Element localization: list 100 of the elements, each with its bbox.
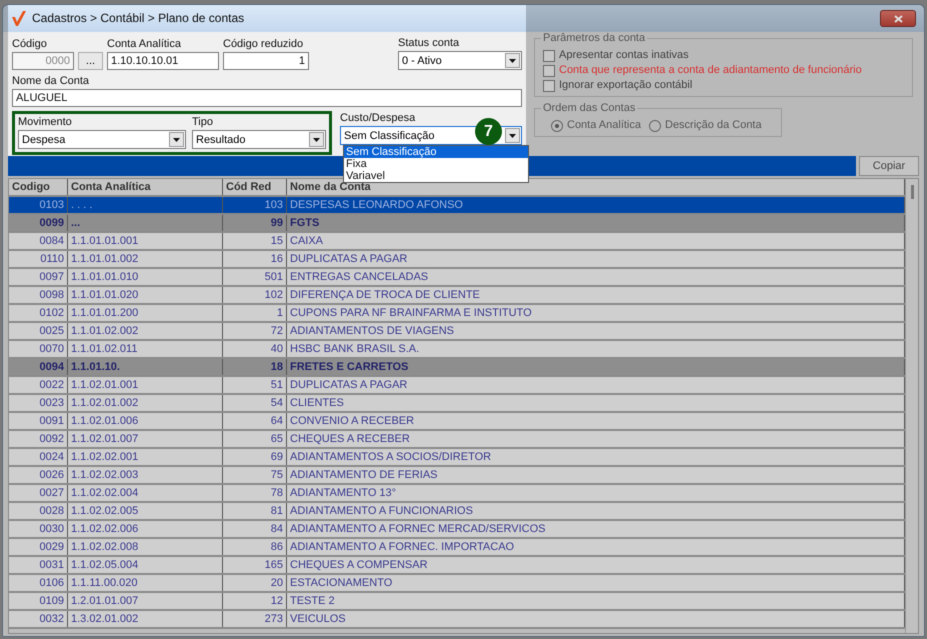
table-cell: 273 (223, 611, 287, 627)
table-cell: 1.1.02.05.004 (68, 557, 223, 573)
dropdown-option[interactable]: Sem Classificação (344, 146, 528, 158)
table-cell: 0103 (9, 197, 68, 213)
table-row[interactable]: 0098 1.1.01.01.020 102 DIFERENÇA DE TROCA DE CLIENTE (9, 287, 905, 305)
table-cell: 1.1.11.00.020 (68, 575, 223, 591)
checkbox-label: Apresentar contas inativas (559, 49, 689, 62)
close-button[interactable] (880, 10, 916, 27)
table-cell: 1.1.01.01.002 (68, 251, 223, 267)
radio-button[interactable] (551, 120, 563, 132)
field-label: Status conta (398, 36, 460, 50)
table-cell: 165 (223, 557, 287, 573)
dropdown-arrow-button[interactable] (309, 132, 324, 147)
table-cell: 1.1.01.01.001 (68, 233, 223, 249)
table-cell: 0024 (9, 449, 68, 465)
table-row[interactable]: 0092 1.1.02.01.007 65 CHEQUES A RECEBER (9, 431, 905, 449)
table-cell: 501 (223, 269, 287, 285)
table-row[interactable]: 0022 1.1.02.01.001 51 DUPLICATAS A PAGAR (9, 377, 905, 395)
table-cell: 0028 (9, 503, 68, 519)
status-dropdown[interactable]: 0 - Ativo (398, 51, 522, 70)
table-cell: 1.1.01.02.011 (68, 341, 223, 357)
table-cell: 69 (223, 449, 287, 465)
dropdown-arrow-button[interactable] (505, 128, 520, 143)
table-row[interactable]: 0070 1.1.01.02.011 40 HSBC BANK BRASIL S.A. (9, 341, 905, 359)
table-row[interactable]: 0029 1.1.02.02.008 86 ADIANTAMENTO A FORNEC. IMPORTACAO (9, 539, 905, 557)
table-row[interactable]: 0106 1.1.11.00.020 20 ESTACIONAMENTO (9, 575, 905, 593)
table-cell: 20 (223, 575, 287, 591)
table-cell: 64 (223, 413, 287, 429)
reduced-code-field[interactable]: 1 (223, 52, 309, 70)
checkbox[interactable] (543, 80, 555, 92)
table-cell: 0026 (9, 467, 68, 483)
table-row[interactable]: 0032 1.3.02.01.002 273 VEICULOS (9, 611, 905, 629)
table-cell: 16 (223, 251, 287, 267)
table-cell: 0110 (9, 251, 68, 267)
table-row[interactable]: 0030 1.1.02.02.006 84 ADIANTAMENTO A FORNEC MERCAD/SERVICOS (9, 521, 905, 539)
table-cell: 0084 (9, 233, 68, 249)
table-row[interactable]: 0094 1.1.01.10. 18 FRETES E CARRETOS (9, 359, 905, 377)
movement-dropdown[interactable]: Despesa (18, 130, 186, 149)
table-cell: ... (68, 215, 223, 231)
radio-button[interactable] (649, 120, 661, 132)
field-label: Movimento (18, 115, 73, 129)
dropdown-arrow-button[interactable] (169, 132, 184, 147)
window-title: Cadastros > Contábil > Plano de contas (32, 11, 244, 26)
checkbox[interactable] (543, 64, 555, 76)
table-cell: 0097 (9, 269, 68, 285)
caret-icon (509, 134, 516, 138)
table-cell: . . . . (68, 197, 223, 213)
table-cell: 1.1.02.01.001 (68, 377, 223, 393)
table-row[interactable]: 0110 1.1.01.01.002 16 DUPLICATAS A PAGAR (9, 251, 905, 269)
table-row[interactable]: 0028 1.1.02.02.005 81 ADIANTAMENTO A FUNCIONARIOS (9, 503, 905, 521)
field-label: Custo/Despesa (340, 111, 416, 125)
table-cell: 102 (223, 287, 287, 303)
type-dropdown[interactable]: Resultado (192, 130, 326, 149)
table-cell: 0106 (9, 575, 68, 591)
table-cell: 84 (223, 521, 287, 537)
account-name-field[interactable]: ALUGUEL (12, 89, 522, 107)
table-row[interactable]: 0026 1.1.02.02.003 75 ADIANTAMENTO DE FERIAS (9, 467, 905, 485)
column-header[interactable]: Codigo (9, 179, 68, 195)
table-row[interactable]: 0024 1.1.02.02.001 69 ADIANTAMENTOS A SOCIOS/DIRETOR (9, 449, 905, 467)
table-row[interactable]: 0097 1.1.01.01.010 501 ENTREGAS CANCELADAS (9, 269, 905, 287)
table-cell: 75 (223, 467, 287, 483)
table-cell: 1.1.01.02.002 (68, 323, 223, 339)
radio-label: Descrição da Conta (665, 119, 762, 132)
table-cell: 1.1.02.02.006 (68, 521, 223, 537)
checkbox-label: Conta que representa a conta de adiantamento de funcionário (559, 64, 862, 77)
table-row[interactable]: 0027 1.1.02.02.004 78 ADIANTAMENTO 13° (9, 485, 905, 503)
table-cell: 1.1.01.01.010 (68, 269, 223, 285)
table-row[interactable]: 0109 1.2.01.01.007 12 TESTE 2 (9, 593, 905, 611)
table-row[interactable]: 0084 1.1.01.01.001 15 CAIXA (9, 233, 905, 251)
table-row[interactable]: 0091 1.1.02.01.006 64 CONVENIO A RECEBER (9, 413, 905, 431)
table-row[interactable]: 0099 ... 99 FGTS (9, 215, 905, 233)
table-row[interactable]: 0103 . . . . 103 DESPESAS LEONARDO AFONSO (9, 197, 905, 215)
table-cell: 72 (223, 323, 287, 339)
field-label: Código (12, 37, 48, 51)
table-cell: 0092 (9, 431, 68, 447)
close-icon (894, 14, 902, 22)
table-cell: 103 (223, 197, 287, 213)
table-cell: 0070 (9, 341, 68, 357)
table-cell: 86 (223, 539, 287, 555)
column-header[interactable]: Conta Analítica (68, 179, 223, 195)
table-row[interactable]: 0023 1.1.02.01.002 54 CLIENTES (9, 395, 905, 413)
table-row[interactable]: 0031 1.1.02.05.004 165 CHEQUES A COMPENSAR (9, 557, 905, 575)
table-cell: 1.1.02.02.001 (68, 449, 223, 465)
table-cell: 0027 (9, 485, 68, 501)
account-field[interactable]: 1.10.10.10.01 (107, 52, 219, 70)
table-cell: 0030 (9, 521, 68, 537)
column-header[interactable]: Cód Red (223, 179, 287, 195)
table-cell: 15 (223, 233, 287, 249)
table-cell: 12 (223, 593, 287, 609)
field-label: Nome da Conta (12, 74, 90, 88)
table-cell: 0029 (9, 539, 68, 555)
table-cell: 81 (223, 503, 287, 519)
table-cell: 1.1.02.01.006 (68, 413, 223, 429)
table-row[interactable]: 0102 1.1.01.01.200 1 CUPONS PARA NF BRAINFARMA E INSTITUTO (9, 305, 905, 323)
copy-button[interactable]: Copiar (859, 156, 919, 176)
table-cell: 0091 (9, 413, 68, 429)
checkbox[interactable] (543, 50, 555, 62)
dropdown-arrow-button[interactable] (505, 53, 520, 68)
table-row[interactable]: 0025 1.1.01.02.002 72 ADIANTAMENTOS DE VIAGENS (9, 323, 905, 341)
table-cell: 99 (223, 215, 287, 231)
